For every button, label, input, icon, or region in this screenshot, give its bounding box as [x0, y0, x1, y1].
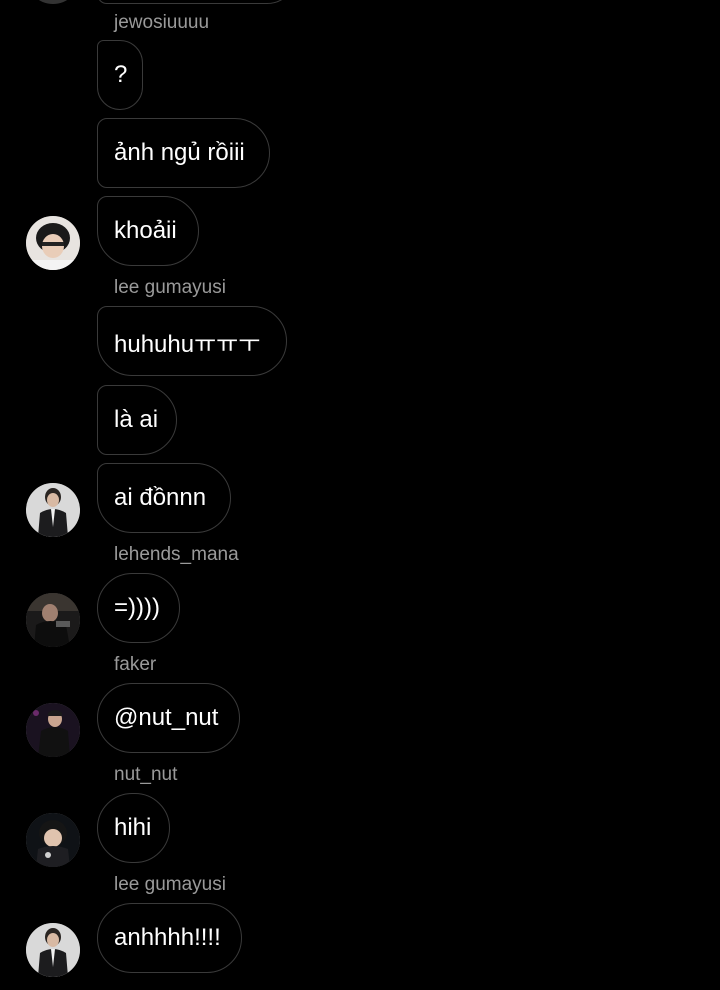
message-bubble-cut[interactable]: [97, 0, 297, 4]
sender-name: nut_nut: [114, 764, 178, 785]
sender-name: jewosiuuuu: [114, 12, 210, 33]
message-bubble[interactable]: ai đồnnn: [97, 463, 231, 533]
avatar[interactable]: [26, 0, 80, 4]
sender-name: lee gumayusi: [114, 277, 226, 298]
message-bubble[interactable]: hihi: [97, 793, 170, 863]
message-text: huhuhuㅠㅠㅜ: [114, 330, 261, 358]
message-bubble[interactable]: ảnh ngủ rồiii: [97, 118, 270, 188]
message-bubble[interactable]: =)))): [97, 573, 180, 643]
message-bubble[interactable]: huhuhuㅠㅠㅜ: [97, 306, 287, 376]
message-text: là ai: [114, 406, 159, 433]
message-bubble[interactable]: @nut_nut: [97, 683, 240, 753]
message-text: khoảii: [114, 217, 177, 244]
avatar[interactable]: [26, 813, 80, 867]
avatar[interactable]: [26, 923, 80, 977]
message-text: hihi: [114, 814, 152, 841]
avatar[interactable]: [26, 703, 80, 757]
message-text: anhhhh!!!!: [114, 924, 221, 951]
avatar[interactable]: [26, 216, 80, 270]
message-bubble[interactable]: là ai: [97, 385, 177, 455]
chat-thread: jewosiuuuu ? ảnh ngủ rồiii khoảii lee gu…: [0, 0, 720, 990]
message-bubble[interactable]: khoảii: [97, 196, 199, 266]
message-text: ảnh ngủ rồiii: [114, 139, 245, 166]
sender-name: lehends_mana: [114, 544, 239, 565]
message-text: =)))): [114, 594, 160, 621]
message-text: ?: [114, 61, 128, 88]
message-text: @nut_nut: [114, 704, 219, 731]
avatar[interactable]: [26, 483, 80, 537]
sender-name: lee gumayusi: [114, 874, 226, 895]
message-bubble[interactable]: ?: [97, 40, 143, 110]
message-text: ai đồnnn: [114, 484, 207, 511]
message-bubble[interactable]: anhhhh!!!!: [97, 903, 242, 973]
avatar[interactable]: [26, 593, 80, 647]
sender-name: faker: [114, 654, 157, 675]
